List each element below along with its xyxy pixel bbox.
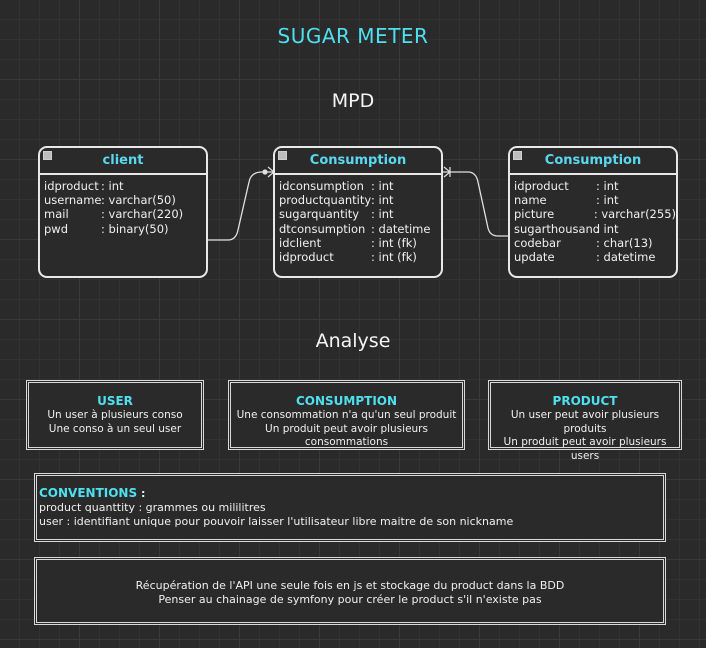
box-line: Une conso à un seul user [48,422,182,435]
note-line: Penser au chainage de symfony pour créer… [158,593,542,606]
attribute-type: : int [371,179,394,193]
attribute-type: : varchar(50) [101,193,176,208]
entity-consumption[interactable]: Consumption idconsumption : int productqu… [273,146,443,278]
attribute-row: idproduct : int (fk) [279,250,441,264]
attribute-type: : int [596,221,619,236]
analyse-user-box[interactable]: USER Un user à plusieurs conso Une conso… [26,380,204,450]
box-line: Un produit peut avoir plusieurs consomma… [265,422,428,449]
attribute-type: : int [596,193,619,208]
note-line: Récupération de l'API une seule fois en … [135,579,565,592]
link-one-marker [262,169,268,175]
attribute-type: : datetime [371,221,431,236]
attribute-row: pwd : binary(50) [44,222,206,236]
attribute-name: idproduct [514,179,569,193]
analyse-consumption-box[interactable]: CONSUMPTION Une consommation n'a qu'un s… [228,380,465,450]
attribute-name: idproduct [44,179,99,193]
box-line: Un user à plusieurs conso [47,409,183,421]
attribute-row: dtconsumption : datetime [279,222,441,236]
attribute-row: username: varchar(50) [44,193,206,207]
attribute-name: username [44,193,102,208]
box-line: Un produit peut avoir plusieurs users [503,436,667,462]
attribute-row: update : datetime [514,250,676,264]
conventions-line: product quanttity : grammes ou mililitre… [39,501,266,514]
box-title: CONSUMPTION [295,394,398,408]
entity-product[interactable]: Consumption idproduct : int name : int pic… [508,146,678,278]
collapse-icon[interactable] [278,151,287,160]
attribute-row: picture : varchar(255) [514,207,676,221]
entity-name: Consumption [544,153,642,168]
attribute-name: mail [44,207,69,222]
attribute-name: dtconsumption [279,221,366,236]
attribute-type: : varchar(220) [101,207,184,222]
conventions-line: user : identifiant unique pour pouvoir l… [39,514,514,528]
notes-box[interactable]: Récupération de l'API une seule fois en … [34,557,666,625]
entity-name: Consumption [309,153,407,168]
attribute-name: picture [514,207,555,222]
client-consumption-link [207,171,274,241]
box-line: Un user peut avoir plusieurs produits [510,409,660,435]
attribute-type: : binary(50) [101,221,169,236]
analyse-product-box[interactable]: PRODUCT Un user peut avoir plusieurs pro… [488,380,682,462]
attribute-row: sugarthousand: int [514,222,676,236]
attribute-type: : int [371,207,394,222]
attribute-type: : int [371,193,394,208]
attribute-name: name [514,193,547,208]
collapse-icon[interactable] [513,151,522,160]
attribute-row: idconsumption : int [279,179,441,193]
attribute-type: : datetime [596,250,656,265]
attribute-type: : varchar(255) [593,207,676,222]
attribute-row: idclient : int (fk) [279,236,441,250]
relationship-links [207,166,509,241]
attribute-type: : char(13) [596,235,653,250]
attribute-name: productquantity [279,193,372,208]
box-title: USER [97,394,133,408]
attribute-name: idconsumption [279,179,364,193]
entity-client[interactable]: client idproduct: int username: varchar(… [38,146,208,278]
attribute-row: mail : varchar(220) [44,207,206,221]
attribute-row: idproduct: int [44,179,206,193]
attribute-row: codebar : char(13) [514,236,676,250]
consumption-product-link [442,171,509,237]
attribute-name: idproduct [279,250,334,265]
collapse-icon[interactable] [43,151,52,160]
attribute-name: sugarthousand [514,221,601,236]
attribute-type: : int [101,179,124,193]
attribute-type: : int (fk) [371,250,417,265]
attribute-row: name : int [514,193,676,207]
attribute-type: : int (fk) [371,235,417,250]
box-title: PRODUCT [552,394,618,408]
attribute-name: pwd [44,221,69,236]
attribute-type: : int [596,179,619,193]
conventions-suffix: : [137,487,146,500]
box-line: Une consommation n'a qu'un seul produit [236,409,457,421]
attribute-name: update [514,250,555,265]
attribute-row: sugarquantity : int [279,207,441,221]
attribute-name: sugarquantity [279,207,360,222]
attribute-row: idproduct : int [514,179,676,193]
conventions-title: CONVENTIONS [39,486,138,500]
conventions-box[interactable]: CONVENTIONS : product quanttity : gramme… [34,473,666,542]
attribute-name: codebar [514,235,561,250]
attribute-name: idclient [279,235,322,250]
attribute-row: productquantity: int [279,193,441,207]
entity-name: client [102,153,144,168]
